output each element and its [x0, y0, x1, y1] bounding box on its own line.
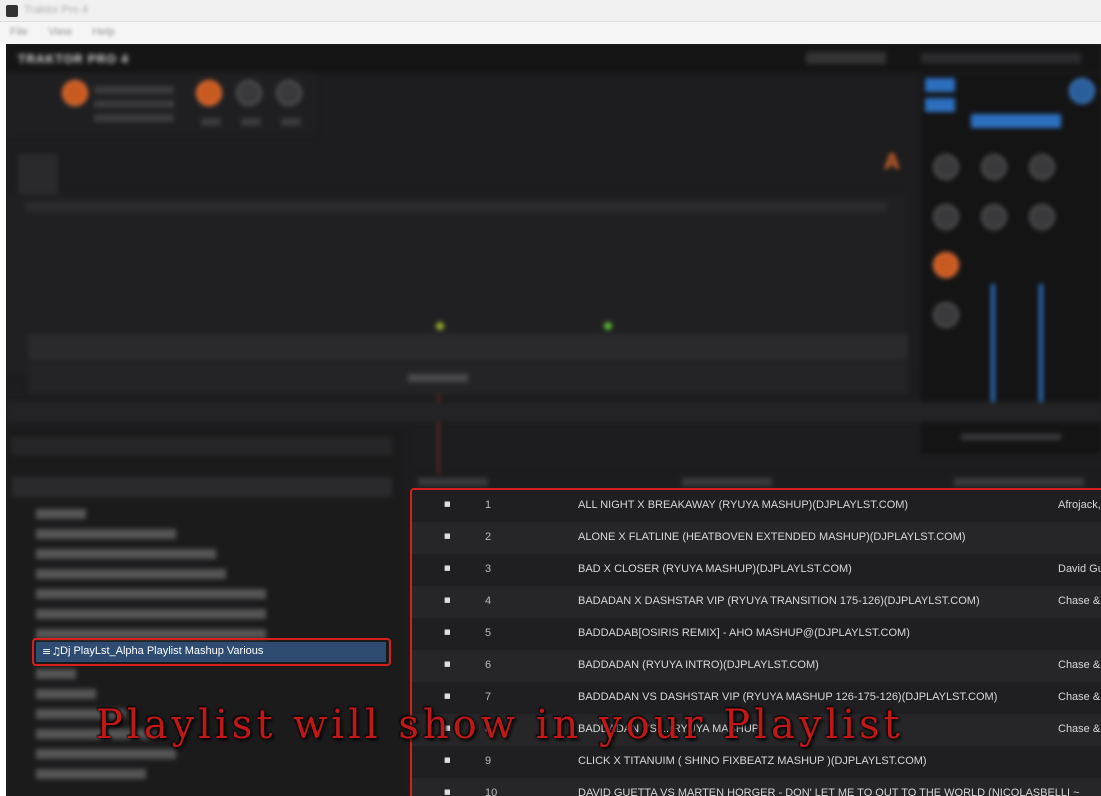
top-header-strip: TRAKTOR PRO 4 — [6, 44, 1101, 72]
tree-item[interactable] — [36, 669, 76, 679]
tree-item[interactable] — [36, 509, 86, 519]
fx-knob-1[interactable] — [62, 80, 88, 106]
tree-item[interactable] — [36, 529, 176, 539]
callout-box-playlist — [32, 638, 391, 666]
browser-toolbar — [6, 402, 1101, 422]
channel-fader-2[interactable] — [1039, 284, 1043, 404]
menu-view[interactable]: View — [48, 26, 72, 38]
tree-item[interactable] — [36, 689, 96, 699]
tree-item[interactable] — [36, 769, 146, 779]
fx-slot-3[interactable] — [94, 114, 174, 122]
mixer-knob-4[interactable] — [933, 204, 959, 230]
channel-fader-1[interactable] — [991, 284, 995, 404]
window-titlebar: Traktor Pro 4 — [0, 0, 1101, 22]
header-controls[interactable] — [806, 52, 886, 64]
header-meter — [921, 53, 1081, 63]
fx-button-1[interactable] — [201, 118, 221, 126]
fx-knob-3[interactable] — [236, 80, 262, 106]
mixer-button-blue-1[interactable] — [925, 78, 955, 92]
fx-slot-2[interactable] — [94, 100, 174, 108]
master-knob[interactable] — [1069, 78, 1095, 104]
tree-item[interactable] — [36, 609, 266, 619]
mixer-knob-6[interactable] — [1029, 204, 1055, 230]
fx-slot-1[interactable] — [94, 86, 174, 94]
mixer-knob-5[interactable] — [981, 204, 1007, 230]
tree-item[interactable] — [36, 569, 226, 579]
deck-transport-bar[interactable] — [28, 334, 908, 360]
tree-item[interactable] — [36, 549, 216, 559]
window-title: Traktor Pro 4 — [24, 4, 88, 16]
deck-letter: A — [884, 149, 900, 174]
info-slot — [682, 478, 772, 486]
browser-search[interactable] — [12, 437, 392, 455]
mixer-knob-3[interactable] — [1029, 154, 1055, 180]
deck-cover-art — [18, 154, 58, 194]
info-slot — [954, 478, 1084, 486]
app-brand: TRAKTOR PRO 4 — [18, 52, 129, 66]
tree-item[interactable] — [36, 749, 176, 759]
sync-button[interactable] — [408, 374, 468, 382]
deck-controls-row[interactable] — [28, 364, 908, 394]
fx-button-3[interactable] — [281, 118, 301, 126]
cue-marker-2 — [604, 322, 612, 330]
crossfader[interactable] — [961, 434, 1061, 440]
fx-knob-2[interactable] — [196, 80, 222, 106]
menu-bar: File View Help — [0, 22, 1101, 44]
fx-button-2[interactable] — [241, 118, 261, 126]
mixer-knob-2[interactable] — [981, 154, 1007, 180]
fx-unit-panel — [6, 74, 316, 136]
tutorial-caption: Playlist will show in your Playlist — [96, 702, 904, 748]
menu-help[interactable]: Help — [92, 26, 115, 38]
tree-item[interactable] — [36, 589, 266, 599]
mixer-panel — [921, 74, 1101, 454]
info-slot — [418, 478, 488, 486]
fx-knob-4[interactable] — [276, 80, 302, 106]
cue-marker-1 — [436, 322, 444, 330]
master-tempo-bar[interactable] — [971, 114, 1061, 128]
mixer-button-blue-2[interactable] — [925, 98, 955, 112]
mixer-filter-knob[interactable] — [933, 252, 959, 278]
track-info-bar — [26, 202, 886, 212]
mixer-knob-1[interactable] — [933, 154, 959, 180]
callout-box-tracklist — [410, 488, 1101, 796]
tree-header — [12, 477, 392, 497]
app-icon — [6, 5, 18, 17]
menu-file[interactable]: File — [10, 26, 28, 38]
mixer-knob-7[interactable] — [933, 302, 959, 328]
